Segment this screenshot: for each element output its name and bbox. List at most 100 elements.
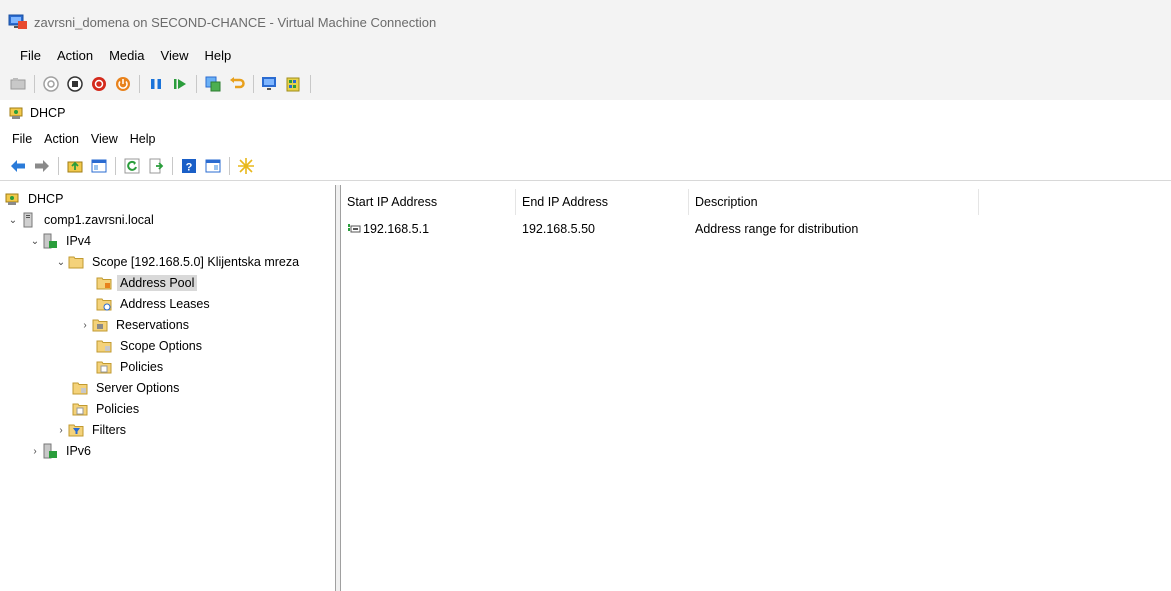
tree-node-server-options[interactable]: Server Options — [72, 378, 182, 398]
console-tree: DHCP ⌄ comp1.zavrsni.local ⌄ IPv4 ⌄ Scop… — [0, 185, 336, 591]
forward-icon[interactable] — [32, 156, 52, 176]
server-options-icon — [72, 380, 88, 396]
column-header-start-ip[interactable]: Start IP Address — [341, 189, 516, 215]
chevron-right-icon[interactable]: › — [78, 318, 92, 332]
tree-label: IPv6 — [66, 444, 92, 458]
start-ip-cell: 192.168.5.1 — [341, 219, 516, 239]
mmc-menu-view[interactable]: View — [85, 129, 124, 149]
help-icon[interactable]: ? — [179, 156, 199, 176]
column-header-end-ip[interactable]: End IP Address — [516, 189, 689, 215]
tree-node-server[interactable]: ⌄ comp1.zavrsni.local — [6, 210, 157, 230]
tree-node-dhcp[interactable]: DHCP — [4, 189, 66, 209]
checkpoint-icon[interactable] — [203, 74, 223, 94]
vm-menu-help[interactable]: Help — [196, 46, 239, 66]
description-cell: Address range for distribution — [695, 222, 859, 236]
back-icon[interactable] — [8, 156, 28, 176]
chevron-down-icon[interactable]: ⌄ — [6, 213, 20, 227]
tree-node-scope-options[interactable]: Scope Options — [96, 336, 205, 356]
toolbar-separator — [310, 75, 311, 93]
mmc-menu-action[interactable]: Action — [38, 129, 85, 149]
resume-icon[interactable] — [170, 74, 190, 94]
dhcp-icon — [4, 191, 20, 207]
toolbar-separator — [172, 156, 173, 175]
toolbar-separator — [139, 75, 140, 93]
result-pane: Start IP Address End IP Address Descript… — [341, 185, 1171, 591]
vm-toolbar — [0, 68, 1171, 100]
new-star-icon[interactable] — [236, 156, 256, 176]
revert-icon[interactable] — [227, 74, 247, 94]
tree-label: Address Leases — [120, 297, 210, 311]
vm-menu-file[interactable]: File — [12, 46, 49, 66]
scope-options-icon — [96, 338, 112, 354]
tree-node-policies[interactable]: Policies — [72, 399, 142, 419]
show-hide-tree-icon[interactable] — [89, 156, 109, 176]
tree-label: Address Pool — [117, 275, 198, 291]
tree-label: Filters — [92, 423, 127, 437]
toolbar-separator — [58, 156, 59, 175]
tree-node-reservations[interactable]: › Reservations — [78, 315, 192, 335]
toolbar-separator — [196, 75, 197, 93]
show-hide-action-pane-icon[interactable] — [203, 156, 223, 176]
tree-node-ipv4[interactable]: ⌄ IPv4 — [28, 231, 94, 251]
ctrl-alt-del-icon[interactable] — [8, 74, 28, 94]
tree-label: Policies — [120, 360, 164, 374]
dhcp-app-icon — [8, 105, 24, 121]
tree-node-filters[interactable]: › Filters — [54, 420, 129, 440]
mmc-title-bar: DHCP — [0, 100, 1171, 126]
policies-icon — [72, 401, 88, 417]
tree-label: Server Options — [96, 381, 180, 395]
enhanced-session-icon[interactable] — [260, 74, 280, 94]
column-header-description[interactable]: Description — [689, 189, 979, 215]
vm-title-bar: zavrsni_domena on SECOND-CHANCE - Virtua… — [0, 0, 1171, 44]
start-icon[interactable] — [41, 74, 61, 94]
mmc-menu-file[interactable]: File — [6, 129, 38, 149]
vm-menu-bar: File Action Media View Help — [0, 44, 1171, 68]
mmc-menu-bar: File Action View Help — [0, 128, 1171, 150]
tree-node-address-leases[interactable]: Address Leases — [96, 294, 213, 314]
svg-text:?: ? — [186, 161, 193, 173]
turn-off-icon[interactable] — [65, 74, 85, 94]
chevron-down-icon[interactable]: ⌄ — [28, 234, 42, 248]
tree-label: Scope Options — [120, 339, 202, 353]
pause-icon[interactable] — [146, 74, 166, 94]
up-folder-icon[interactable] — [65, 156, 85, 176]
ipv6-icon — [42, 443, 58, 459]
tree-node-address-pool[interactable]: Address Pool — [96, 273, 198, 293]
share-icon[interactable] — [284, 74, 304, 94]
toolbar-separator — [115, 156, 116, 175]
chevron-down-icon[interactable]: ⌄ — [54, 255, 68, 269]
tree-label: Policies — [96, 402, 140, 416]
end-ip-cell: 192.168.5.50 — [522, 222, 595, 236]
power-icon[interactable] — [113, 74, 133, 94]
chevron-right-icon[interactable]: › — [28, 444, 42, 458]
tree-node-scope[interactable]: ⌄ Scope [192.168.5.0] Klijentska mreza — [54, 252, 302, 272]
toolbar-separator — [229, 156, 230, 175]
toolbar-separator — [253, 75, 254, 93]
export-list-icon[interactable] — [146, 156, 166, 176]
tree-label: DHCP — [28, 192, 64, 206]
shutdown-icon[interactable] — [89, 74, 109, 94]
tree-node-scope-policies[interactable]: Policies — [96, 357, 166, 377]
filters-icon — [68, 422, 84, 438]
refresh-icon[interactable] — [122, 156, 142, 176]
vm-connection-icon — [8, 14, 28, 30]
vm-window-title: zavrsni_domena on SECOND-CHANCE - Virtua… — [34, 14, 437, 30]
vm-menu-action[interactable]: Action — [49, 46, 101, 66]
ipv4-icon — [42, 233, 58, 249]
tree-label: IPv4 — [66, 234, 92, 248]
vm-menu-view[interactable]: View — [153, 46, 197, 66]
mmc-menu-help[interactable]: Help — [124, 129, 162, 149]
chevron-right-icon[interactable]: › — [54, 423, 68, 437]
address-range-icon — [347, 223, 361, 235]
tree-label: Reservations — [116, 318, 189, 332]
mmc-toolbar: ? — [0, 151, 1171, 181]
tree-node-ipv6[interactable]: › IPv6 — [28, 441, 94, 461]
folder-icon — [68, 254, 84, 270]
toolbar-separator — [34, 75, 35, 93]
vm-menu-media[interactable]: Media — [101, 46, 152, 66]
start-ip-text: 192.168.5.1 — [363, 222, 430, 236]
tree-label: Scope [192.168.5.0] Klijentska mreza — [92, 255, 300, 269]
address-leases-icon — [96, 296, 112, 312]
reservations-icon — [92, 317, 108, 333]
server-icon — [20, 212, 36, 228]
